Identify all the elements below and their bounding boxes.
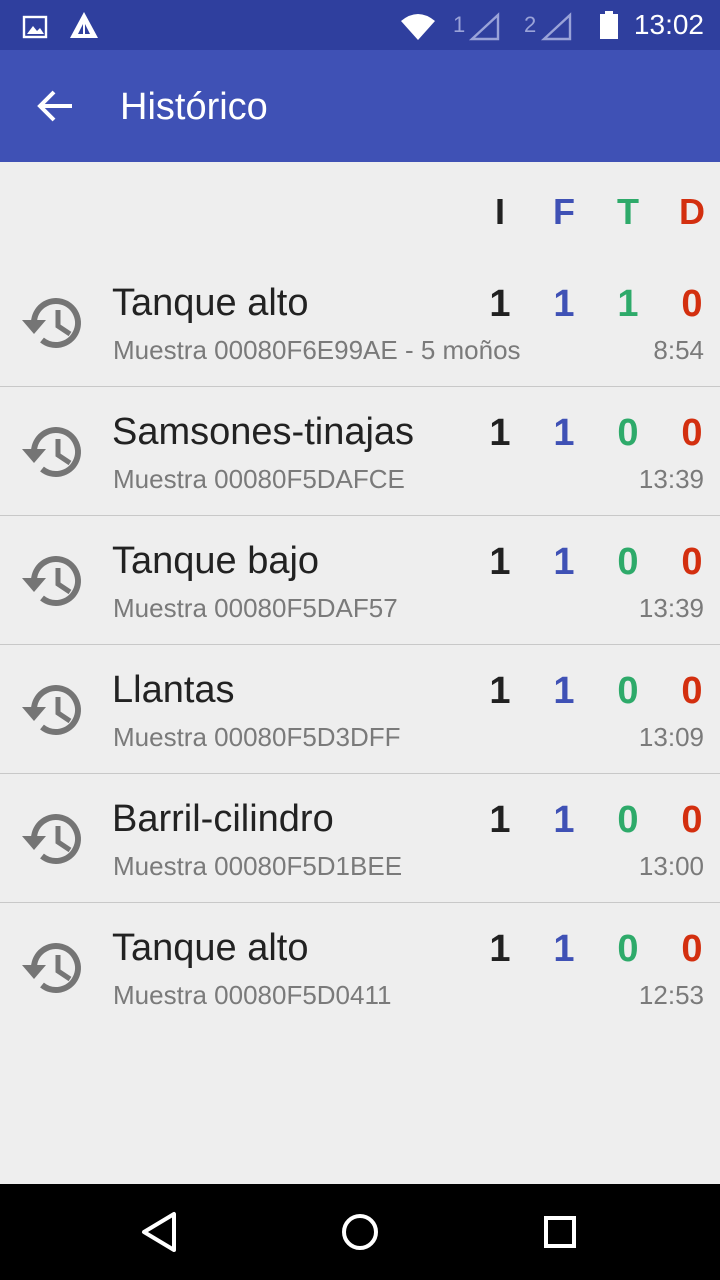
list-item[interactable]: Tanque alto Muestra 00080F6E99AE - 5 moñ…: [0, 258, 720, 387]
image-icon: [22, 15, 48, 39]
count-f: 1: [553, 283, 575, 325]
list-item[interactable]: Tanque alto Muestra 00080F5D0411 12:53 1…: [0, 903, 720, 1031]
history-list: Tanque alto Muestra 00080F6E99AE - 5 moñ…: [0, 258, 720, 1031]
item-subtitle: Muestra 00080F5D1BEE: [113, 851, 403, 881]
count-f: 1: [553, 799, 575, 841]
item-name: Llantas: [112, 669, 235, 711]
column-header-d: D: [679, 191, 705, 232]
list-item[interactable]: Samsones-tinajas Muestra 00080F5DAFCE 13…: [0, 387, 720, 516]
item-subtitle: Muestra 00080F5DAF57: [113, 593, 398, 623]
count-d: 0: [681, 670, 703, 712]
nav-recents-button[interactable]: [530, 1204, 590, 1260]
count-i: 1: [489, 670, 511, 712]
app-triangle-icon: [70, 12, 98, 38]
count-i: 1: [489, 283, 511, 325]
count-f: 1: [553, 412, 575, 454]
count-t: 0: [617, 799, 639, 841]
back-button[interactable]: [24, 78, 88, 134]
item-name: Tanque alto: [112, 282, 309, 324]
item-name: Samsones-tinajas: [112, 411, 415, 453]
nav-back-button[interactable]: [130, 1204, 190, 1260]
list-item[interactable]: Tanque bajo Muestra 00080F5DAF57 13:39 1…: [0, 516, 720, 645]
count-i: 1: [489, 799, 511, 841]
history-icon: [22, 685, 81, 735]
item-subtitle: Muestra 00080F5D3DFF: [113, 722, 401, 752]
history-icon: [22, 556, 81, 606]
battery-icon: [600, 11, 618, 39]
count-t: 0: [617, 412, 639, 454]
navigation-bar: [0, 1184, 720, 1280]
count-t: 1: [617, 283, 639, 325]
recents-square-icon: [544, 1216, 576, 1248]
item-time: 13:39: [638, 464, 704, 494]
count-f: 1: [553, 928, 575, 970]
app-toolbar: Histórico: [0, 50, 720, 162]
item-subtitle: Muestra 00080F5D0411: [113, 980, 392, 1010]
column-header-f: F: [553, 191, 575, 232]
arrow-back-icon: [37, 90, 72, 122]
item-name: Tanque bajo: [112, 540, 320, 582]
signal-icon: [540, 12, 572, 41]
item-time: 13:39: [638, 593, 704, 623]
item-subtitle: Muestra 00080F5DAFCE: [113, 464, 405, 494]
count-d: 0: [681, 541, 703, 583]
status-time: 13:02: [633, 9, 704, 40]
column-header-i: I: [494, 191, 505, 232]
item-time: 8:54: [653, 335, 704, 365]
count-i: 1: [489, 928, 511, 970]
wifi-icon: [401, 14, 435, 40]
sim1-label: 1: [453, 12, 466, 37]
back-triangle-icon: [142, 1212, 176, 1252]
history-icon: [22, 298, 81, 348]
count-t: 0: [617, 928, 639, 970]
item-name: Tanque alto: [112, 927, 309, 969]
count-t: 0: [617, 670, 639, 712]
count-d: 0: [681, 799, 703, 841]
list-item[interactable]: Barril-cilindro Muestra 00080F5D1BEE 13:…: [0, 774, 720, 903]
home-circle-icon: [342, 1214, 378, 1250]
item-name: Barril-cilindro: [112, 798, 334, 840]
item-time: 12:53: [638, 980, 704, 1010]
count-i: 1: [489, 412, 511, 454]
nav-home-button[interactable]: [330, 1204, 390, 1260]
count-f: 1: [553, 670, 575, 712]
count-d: 0: [681, 412, 703, 454]
count-t: 0: [617, 541, 639, 583]
sim2-label: 2: [524, 12, 537, 37]
count-f: 1: [553, 541, 575, 583]
item-time: 13:00: [638, 851, 704, 881]
column-header-t: T: [617, 191, 639, 232]
list-item[interactable]: Llantas Muestra 00080F5D3DFF 13:09 1 1 0…: [0, 645, 720, 774]
count-d: 0: [681, 283, 703, 325]
page-title: Histórico: [120, 86, 268, 128]
count-d: 0: [681, 928, 703, 970]
history-icon: [22, 814, 81, 864]
item-subtitle: Muestra 00080F6E99AE - 5 moños: [113, 335, 521, 365]
history-icon: [22, 943, 81, 993]
signal-icon: [468, 12, 500, 41]
count-i: 1: [489, 541, 511, 583]
status-bar: 1 2 13:02: [0, 0, 720, 50]
item-time: 13:09: [638, 722, 704, 752]
history-icon: [22, 427, 81, 477]
